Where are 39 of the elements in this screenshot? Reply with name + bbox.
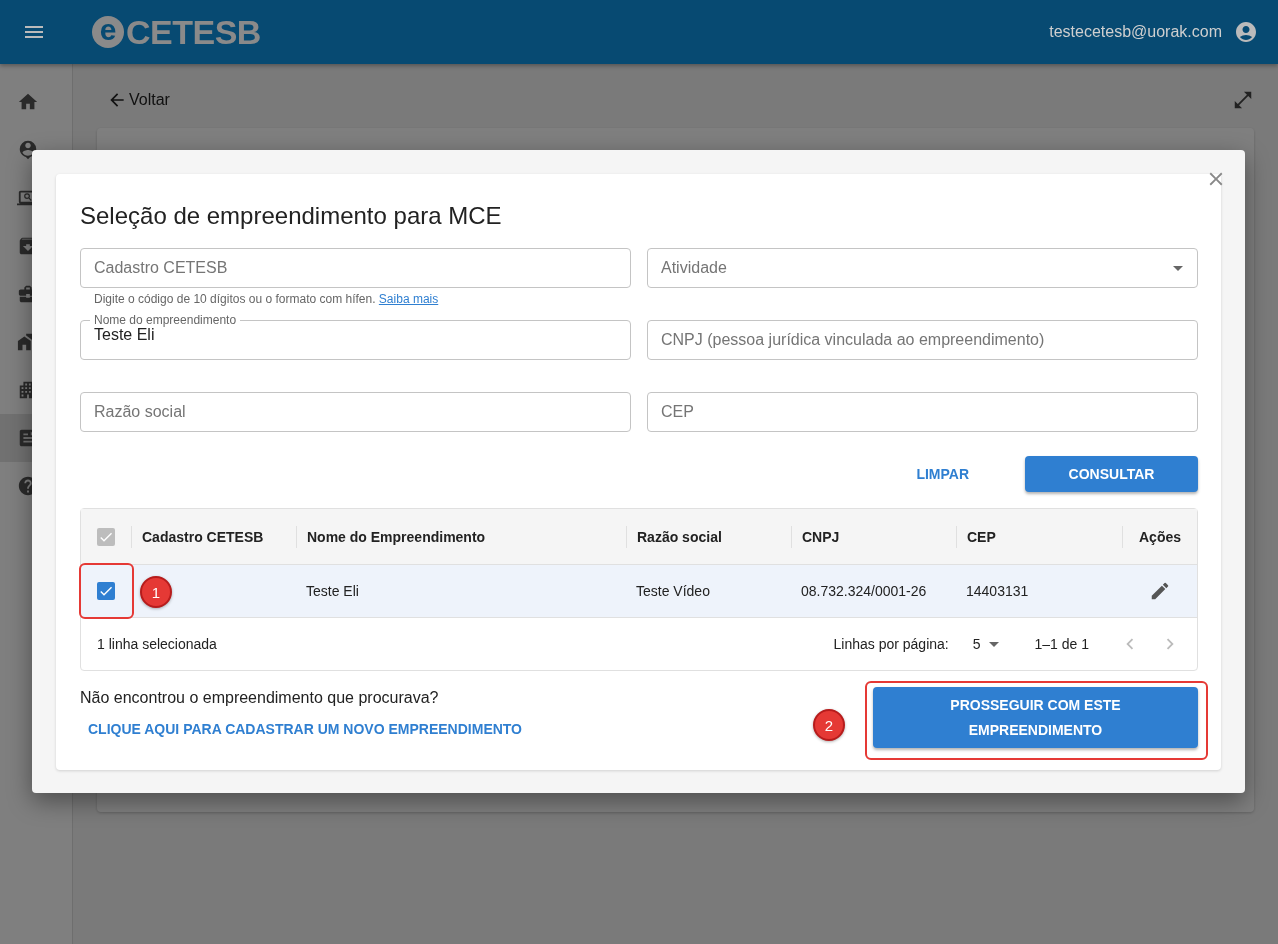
input-field[interactable]: CEP xyxy=(647,392,1198,432)
rows-per-page-select[interactable]: 5 xyxy=(972,636,999,652)
helper-text: Digite o código de 10 dígitos ou o formato com hífen. Saiba mais xyxy=(94,292,440,306)
column-header: Cadastro CETESB xyxy=(131,525,296,548)
selection-count: 1 linha selecionada xyxy=(97,636,217,652)
table-cell-text: Teste Eli xyxy=(305,583,360,599)
highlight-frame xyxy=(79,563,134,619)
register-link[interactable]: CLIQUE AQUI PARA CADASTRAR UM NOVO EMPREENDIMENTO xyxy=(88,721,522,737)
not-found-text: Não encontrou o empreendimento que procurava? xyxy=(80,689,440,707)
page-range: 1–1 de 1 xyxy=(1034,636,1089,652)
proceed-button[interactable]: PROSSEGUIR COM ESTE EMPREENDIMENTO xyxy=(873,687,1198,748)
table-cell-text: 14403131 xyxy=(965,583,1030,599)
table-cell-text: 08.732.324/0001-26 xyxy=(800,583,928,599)
expand-icon[interactable] xyxy=(1232,89,1254,111)
column-header: CNPJ xyxy=(791,525,956,548)
input-field[interactable]: Cadastro CETESB xyxy=(80,248,631,288)
input-field[interactable]: Nome do empreendimento Teste Eli xyxy=(80,313,631,360)
column-header: CEP xyxy=(956,525,1122,548)
user-email: testecetesb@uorak.com xyxy=(1049,23,1222,41)
logo: e CETESB xyxy=(92,12,261,52)
input-field[interactable]: CNPJ (pessoa jurídica vinculada ao empreendimento) xyxy=(647,320,1198,360)
search-button[interactable]: CONSULTAR xyxy=(1025,456,1198,492)
input-field[interactable]: Razão social xyxy=(80,392,631,432)
column-header: Nome do Empreendimento xyxy=(296,525,626,548)
step-marker: 2 xyxy=(813,709,845,741)
account-icon[interactable] xyxy=(1234,20,1258,44)
checkbox[interactable] xyxy=(97,582,115,600)
table-cell-text: Teste Vídeo xyxy=(635,583,711,599)
dropdown-icon xyxy=(1173,265,1183,271)
column-header: Razão social xyxy=(626,525,791,548)
dialog-title: Seleção de empreendimento para MCE xyxy=(80,202,503,230)
column-header: Ações xyxy=(1122,525,1197,548)
help-link[interactable]: Saiba mais xyxy=(378,292,439,306)
step-marker: 1 xyxy=(140,576,172,608)
select-field[interactable]: Atividade xyxy=(647,248,1198,288)
clear-button[interactable]: LIMPAR xyxy=(900,456,985,492)
dropdown-icon xyxy=(988,641,999,647)
rows-per-page-label: Linhas por página: xyxy=(833,636,949,652)
back-button[interactable]: Voltar xyxy=(97,90,170,110)
